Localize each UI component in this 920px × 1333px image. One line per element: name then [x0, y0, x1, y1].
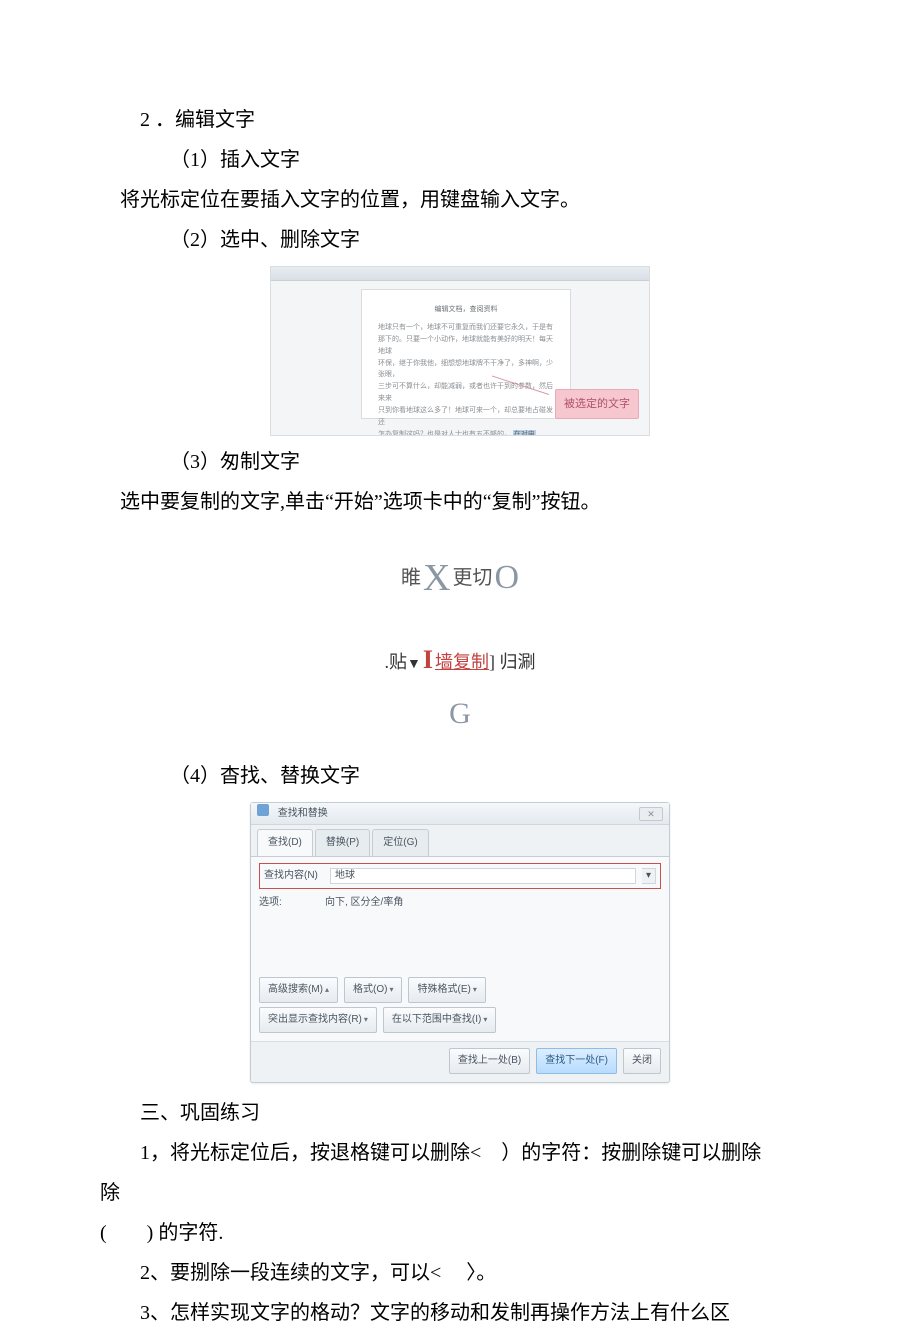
chevron-down-icon: ▾ [389, 985, 393, 994]
options-row: 选项: 向下, 区分全/率角 [259, 893, 661, 913]
section-2-number: 2 [140, 109, 150, 131]
dialog-title: 查找和替换 [278, 808, 328, 819]
callout-label: 被选定的文字 [555, 389, 639, 419]
advanced-search-button[interactable]: 高级搜索(M)▴ [259, 977, 338, 1003]
glyph-row-1: 睢 X 更切 O [320, 540, 600, 616]
dialog-titlebar: 查找和替换 ✕ [251, 803, 669, 825]
tab-goto[interactable]: 定位(G) [372, 829, 428, 856]
options-label: 选项: [259, 893, 319, 913]
section-2-heading: 2 ．编辑文字 [100, 100, 820, 140]
item-3-label: （3）匆制文字 [100, 442, 820, 482]
tab-replace[interactable]: 替换(P) [315, 829, 370, 856]
chevron-down-icon: ▾ [646, 866, 651, 886]
find-dropdown-button[interactable]: ▾ [642, 868, 656, 884]
find-input[interactable]: 地球 [330, 868, 636, 884]
close-button[interactable]: ✕ [639, 807, 663, 821]
options-value: 向下, 区分全/率角 [325, 893, 403, 913]
tab-find[interactable]: 查找(D) [257, 829, 313, 856]
dialog-footer: 查找上一处(B) 查找下一处(F) 关闭 [251, 1041, 669, 1082]
section-2-title: ．编辑文字 [155, 109, 255, 131]
item-4-label: （4）杳找、替换文字 [100, 756, 820, 796]
screenshot-page: 编辑文档，查阅资料 地球只有一个，地球不可重复而我们还要它永久，于是有 那下的。… [361, 289, 571, 419]
doc-line: 怎办复制这吗？也是对人士也有五不够的， 在对电 [378, 429, 554, 436]
circle-icon: O [494, 544, 519, 612]
find-field-row: 查找内容(N) 地球 ▾ [259, 863, 661, 889]
format-button[interactable]: 格式(O)▾ [344, 977, 402, 1003]
screenshot-toolbar [271, 267, 649, 281]
btn-label: 在以下范围中查找(I) [392, 1014, 481, 1025]
doc-line: 只到你看地球这么多了！地球可来一个，却总要地占碰发还 [378, 405, 554, 429]
find-next-button[interactable]: 查找下一处(F) [536, 1048, 617, 1074]
dropdown-icon: ▼ [407, 651, 421, 679]
chevron-down-icon: ▾ [473, 985, 477, 994]
glyph-g: G [320, 684, 600, 744]
item-3-body: 选中要复制的文字,单击“开始”选项卡中的“复制”按钮。 [100, 482, 820, 522]
question-1: 1，将光标定位后，按退格键可以删除< ）的字符：按删除键可以删除 [100, 1133, 820, 1173]
doc-line: 地球只有一个，地球不可重复而我们还要它永久，于是有 [378, 322, 554, 334]
selected-text: 在对电 [513, 430, 536, 436]
btn-label: 突出显示查找内容(R) [268, 1014, 362, 1025]
item-1-body: 将光标定位在要插入文字的位置，用键盘输入文字。 [100, 180, 820, 220]
find-replace-dialog: 查找和替换 ✕ 查找(D) 替换(P) 定位(G) 查找内容(N) 地球 ▾ 选… [250, 802, 670, 1083]
copy-text: 墙复制 [435, 644, 489, 680]
dialog-app-icon [257, 804, 269, 816]
word-doc-screenshot: 编辑文档，查阅资料 地球只有一个，地球不可重复而我们还要它永久，于是有 那下的。… [270, 266, 650, 436]
item-1-label: （1）插入文字 [100, 140, 820, 180]
btn-label: 高级搜索(M) [268, 984, 323, 995]
section-3-heading: 三、巩固练习 [100, 1093, 820, 1133]
doc-title: 编辑文档，查阅资料 [378, 304, 554, 316]
dialog-title-wrap: 查找和替换 [257, 804, 328, 824]
find-label: 查找内容(N) [264, 866, 324, 886]
glyph-pre: 睢 [401, 558, 421, 598]
question-3: 3、怎样实现文字的格动？文字的移动和发制再操作方法上有什么区 [100, 1293, 820, 1333]
search-in-range-button[interactable]: 在以下范围中查找(I)▾ [383, 1007, 496, 1033]
question-1-cont-del: 除 [0, 1173, 820, 1213]
doc-line: 那下的。只要一个小动作，地球就能有美好的明天！每天地球 [378, 334, 554, 358]
chevron-up-icon: ▴ [325, 985, 329, 994]
btn-label: 特殊格式(E) [417, 984, 470, 995]
cut-icon: X [423, 540, 450, 616]
dialog-body: 查找内容(N) 地球 ▾ 选项: 向下, 区分全/率角 高级搜索(M)▴ 格式(… [251, 856, 669, 1041]
close-dialog-button[interactable]: 关闭 [623, 1048, 661, 1074]
dialog-spacer [259, 917, 661, 973]
item-2-label: （2）选中、删除文字 [100, 220, 820, 260]
doc-text: 怎办复制这吗？也是对人士也有五不够的， [378, 430, 511, 436]
doc-line: 三步可不算什么，却能减弱，或者也许干到的参数，然后来来 [378, 381, 554, 405]
glyph-mid: 更切 [452, 558, 492, 598]
question-1-cont: ( ) 的字符. [100, 1213, 820, 1253]
paste-text: .贴 [385, 644, 408, 680]
glyph-row-2: .贴 ▼ I 墙复制 ] 归涮 [320, 634, 600, 686]
clipboard-glyph-block: 睢 X 更切 O .贴 ▼ I 墙复制 ] 归涮 G [320, 540, 600, 744]
chevron-down-icon: ▾ [483, 1015, 487, 1024]
glyph-tail: ] 归涮 [489, 644, 536, 680]
special-format-button[interactable]: 特殊格式(E)▾ [408, 977, 485, 1003]
btn-label: 格式(O) [353, 984, 387, 995]
cursor-icon: I [421, 634, 435, 686]
format-button-row: 高级搜索(M)▴ 格式(O)▾ 特殊格式(E)▾ [259, 977, 661, 1003]
question-2: 2、要捌除一段连续的文字，可以< 〉。 [100, 1253, 820, 1293]
find-input-value: 地球 [335, 866, 355, 886]
highlight-button-row: 突出显示查找内容(R)▾ 在以下范围中查找(I)▾ [259, 1007, 661, 1033]
find-prev-button[interactable]: 查找上一处(B) [449, 1048, 530, 1074]
highlight-button[interactable]: 突出显示查找内容(R)▾ [259, 1007, 377, 1033]
doc-line: 环保，继于你我他，细想想地球牌不干净了，多神啊，少张眼， [378, 358, 554, 382]
dialog-tabs: 查找(D) 替换(P) 定位(G) [251, 825, 669, 856]
chevron-down-icon: ▾ [364, 1015, 368, 1024]
